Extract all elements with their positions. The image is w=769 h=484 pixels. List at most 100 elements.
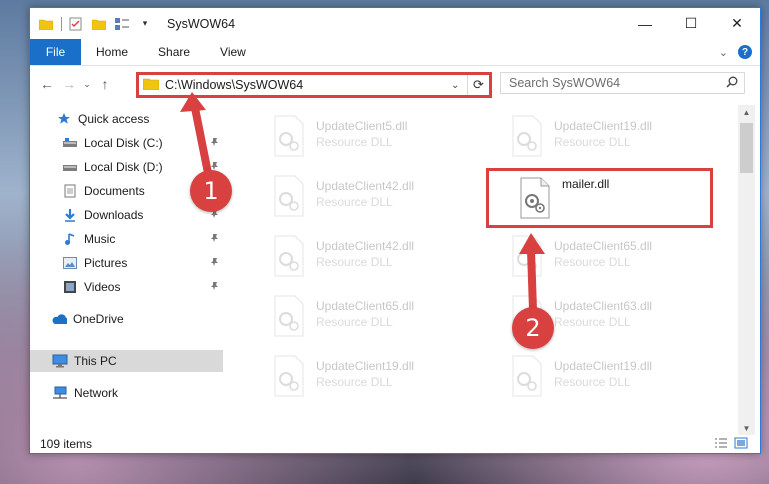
sidebar-item-local-disk-d[interactable]: Local Disk (D:) [30, 156, 223, 178]
pin-icon[interactable] [210, 136, 220, 150]
sidebar-item-label: Quick access [78, 112, 150, 126]
dll-file-icon [274, 295, 304, 337]
maximize-button[interactable]: ☐ [668, 8, 714, 39]
file-type: Resource DLL [316, 255, 393, 269]
file-item[interactable]: UpdateClient19.dll Resource DLL [510, 113, 735, 163]
sidebar-item-label: Downloads [84, 208, 144, 222]
status-bar: 109 items [30, 433, 760, 453]
sidebar-item-label: Local Disk (C:) [84, 136, 163, 150]
address-path[interactable]: C:\Windows\SysWOW64 [165, 78, 451, 92]
file-text: UpdateClient19.dll Resource DLL [554, 113, 652, 149]
address-bar[interactable]: C:\Windows\SysWOW64 ⌄ ⟳ [136, 72, 492, 98]
computer-icon [52, 353, 68, 369]
file-item[interactable]: UpdateClient19.dll Resource DLL [272, 353, 497, 403]
file-text: UpdateClient19.dll Resource DLL [554, 353, 652, 389]
pin-icon[interactable] [210, 280, 220, 294]
mailer-highlight-box [486, 168, 713, 228]
tab-file[interactable]: File [30, 39, 81, 65]
file-explorer-window: ▾ SysWOW64 — ☐ ✕ File Home Share View ⌄ … [29, 7, 761, 454]
file-name: UpdateClient65.dll [316, 299, 415, 313]
file-text: UpdateClient65.dll Resource DLL [554, 233, 652, 269]
expand-ribbon-icon[interactable]: ⌄ [719, 46, 728, 59]
file-text: UpdateClient42.dll Resource DLL [316, 233, 414, 269]
sidebar-item-videos[interactable]: Videos [30, 276, 223, 298]
file-text: UpdateClient65.dll Resource DLL [316, 293, 414, 329]
file-item[interactable]: UpdateClient42.dll Resource DLL [272, 233, 497, 283]
ribbon-right: ⌄ ? [719, 39, 760, 65]
details-view-icon[interactable] [714, 437, 728, 452]
window-title: SysWOW64 [167, 16, 236, 31]
file-type: Resource DLL [554, 135, 631, 149]
file-item[interactable]: UpdateClient65.dll Resource DLL [510, 233, 735, 283]
sidebar-item-pictures[interactable]: Pictures [30, 252, 223, 274]
file-item[interactable]: UpdateClient19.dll Resource DLL [510, 353, 735, 403]
sidebar-item-downloads[interactable]: Downloads [30, 204, 223, 226]
ribbon-tabs: File Home Share View ⌄ ? [30, 39, 760, 66]
vertical-scrollbar[interactable]: ▲ ▼ [738, 105, 755, 435]
search-icon[interactable] [726, 76, 738, 91]
file-text: UpdateClient5.dll Resource DLL [316, 113, 407, 149]
sidebar-item-quick-access[interactable]: Quick access [30, 108, 223, 130]
sidebar-item-network[interactable]: Network [30, 382, 223, 404]
file-item[interactable]: UpdateClient5.dll Resource DLL [272, 113, 497, 163]
dll-file-icon [274, 235, 304, 277]
sidebar-item-label: Pictures [84, 256, 128, 270]
sidebar-item-label: OneDrive [73, 312, 124, 326]
file-name: UpdateClient19.dll [554, 119, 653, 133]
dll-file-icon [274, 115, 304, 157]
forward-button[interactable]: → [58, 71, 80, 97]
cloud-icon [51, 311, 67, 327]
drive-icon [62, 135, 78, 151]
folder-icon [37, 15, 55, 33]
help-icon[interactable]: ? [738, 45, 752, 59]
scrollbar-thumb[interactable] [740, 123, 753, 173]
step-1-badge: 1 [190, 170, 232, 212]
sidebar-item-music[interactable]: Music [30, 228, 223, 250]
file-type: Resource DLL [316, 195, 393, 209]
scroll-up-icon[interactable]: ▲ [738, 105, 755, 119]
up-button[interactable]: ↑ [94, 71, 116, 97]
minimize-button[interactable]: — [622, 8, 668, 39]
back-button[interactable]: ← [36, 71, 58, 97]
search-placeholder: Search SysWOW64 [509, 76, 621, 90]
star-icon [56, 111, 72, 127]
pin-icon[interactable] [210, 256, 220, 270]
file-type: Resource DLL [316, 135, 393, 149]
view-options-icon[interactable] [113, 15, 131, 33]
tab-home[interactable]: Home [81, 39, 143, 65]
file-item[interactable]: UpdateClient42.dll Resource DLL [272, 173, 497, 223]
file-name: UpdateClient5.dll [316, 119, 408, 133]
file-item[interactable]: UpdateClient65.dll Resource DLL [272, 293, 497, 343]
dll-file-icon [274, 355, 304, 397]
quick-access-toolbar: ▾ [37, 8, 159, 39]
qat-dropdown-icon[interactable]: ▾ [136, 15, 154, 33]
step-2-badge: 2 [512, 307, 554, 349]
dll-file-icon [274, 175, 304, 217]
sidebar-item-label: This PC [74, 354, 117, 368]
sidebar-item-this-pc[interactable]: This PC [30, 350, 223, 372]
tab-view[interactable]: View [205, 39, 261, 65]
sidebar-item-local-disk-c[interactable]: Local Disk (C:) [30, 132, 223, 154]
sidebar-item-onedrive[interactable]: OneDrive [30, 308, 223, 330]
tab-share[interactable]: Share [143, 39, 205, 65]
close-button[interactable]: ✕ [714, 8, 760, 39]
refresh-icon[interactable]: ⟳ [467, 75, 489, 95]
file-name: UpdateClient42.dll [316, 179, 415, 193]
title-bar: ▾ SysWOW64 — ☐ ✕ [30, 8, 760, 39]
pin-icon[interactable] [210, 232, 220, 246]
file-type: Resource DLL [316, 315, 393, 329]
file-name: UpdateClient65.dll [554, 239, 653, 253]
address-dropdown-icon[interactable]: ⌄ [451, 80, 467, 91]
sidebar-item-label: Music [84, 232, 116, 246]
window-controls: — ☐ ✕ [622, 8, 760, 39]
recent-locations-icon[interactable]: ⌄ [80, 71, 94, 97]
separator [61, 16, 62, 31]
new-folder-icon[interactable] [90, 15, 108, 33]
properties-icon[interactable] [67, 15, 85, 33]
dll-file-icon [512, 235, 542, 277]
drive-icon [62, 159, 78, 175]
search-input[interactable]: Search SysWOW64 [500, 72, 745, 94]
large-icons-view-icon[interactable] [734, 437, 748, 452]
file-type: Resource DLL [554, 315, 631, 329]
music-icon [62, 231, 78, 247]
